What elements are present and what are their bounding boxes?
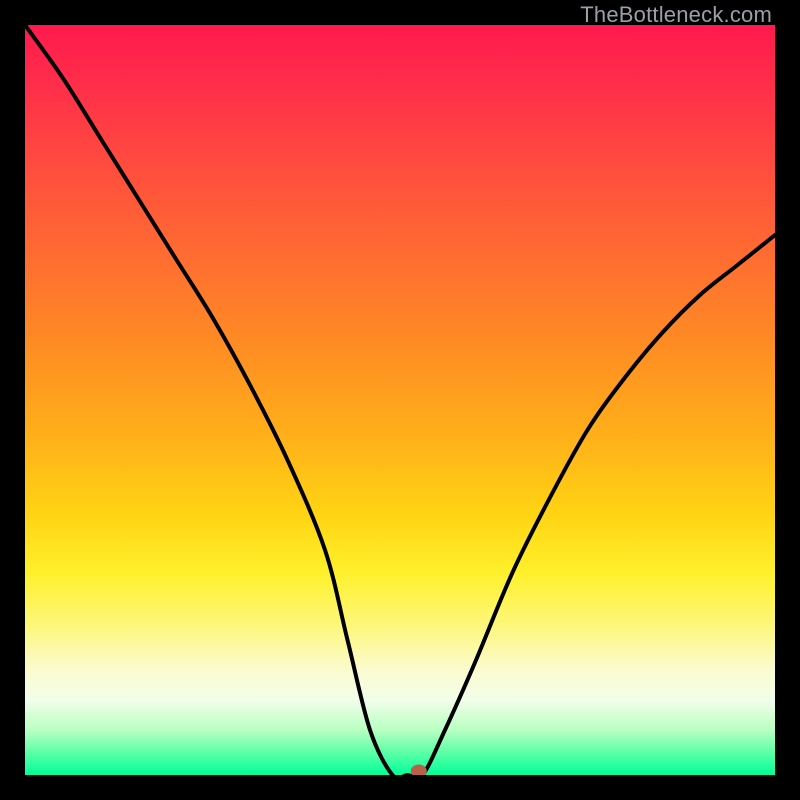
watermark-text: TheBottleneck.com: [580, 2, 772, 28]
chart-frame: [0, 0, 800, 800]
